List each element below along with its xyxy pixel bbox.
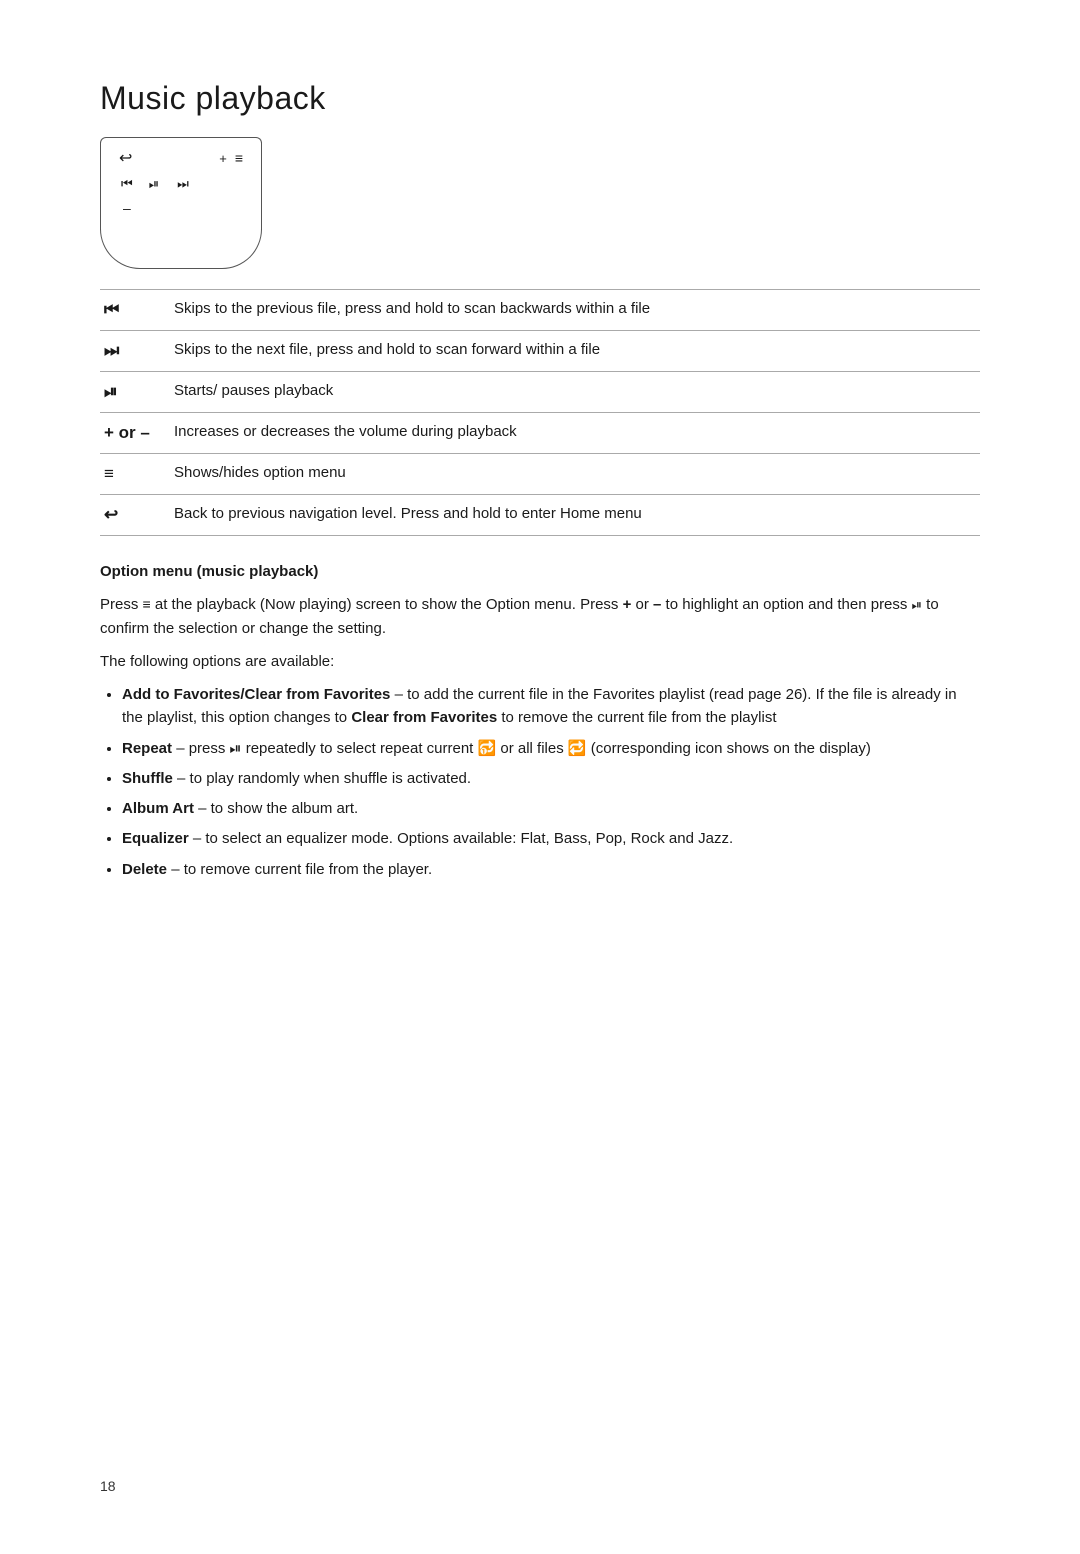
list-item: Equalizer – to select an equalizer mode.… [122,827,980,850]
control-icon: ⏯ [100,372,170,413]
table-row: ⏯Starts/ pauses playback [100,372,980,413]
table-row: ↩Back to previous navigation level. Pres… [100,495,980,536]
device-diagram: ↩ + ≡ ⏮ ⏯ ⏭ – [100,137,262,269]
controls-table: ⏮Skips to the previous file, press and h… [100,289,980,536]
control-icon: ≡ [100,454,170,495]
device-curve [100,229,262,269]
control-description: Starts/ pauses playback [170,372,980,413]
table-row: ⏮Skips to the previous file, press and h… [100,290,980,331]
control-icon: ⏭ [100,331,170,372]
option-menu-section: Option menu (music playback) Press ≡ at … [100,560,980,881]
list-item: Album Art – to show the album art. [122,797,980,820]
options-available-label: The following options are available: [100,650,980,673]
prev-button-diagram: ⏮ [121,176,131,192]
back-button-diagram: ↩ [119,148,132,168]
menu-icon-inline: ≡ [143,596,151,612]
option-menu-title: Option menu (music playback) [100,560,980,583]
options-list: Add to Favorites/Clear from Favorites – … [100,683,980,881]
control-description: Shows/hides option menu [170,454,980,495]
plus-button-diagram: + [219,151,227,166]
table-row: ≡Shows/hides option menu [100,454,980,495]
menu-button-diagram: ≡ [235,150,243,166]
minus-button-diagram: – [123,200,131,216]
control-icon: ↩ [100,495,170,536]
list-item: Delete – to remove current file from the… [122,858,980,881]
option-menu-intro: Press ≡ at the playback (Now playing) sc… [100,593,980,640]
control-description: Back to previous navigation level. Press… [170,495,980,536]
control-icon: + or – [100,413,170,454]
control-description: Increases or decreases the volume during… [170,413,980,454]
control-description: Skips to the next file, press and hold t… [170,331,980,372]
page-title: Music playback [100,80,980,117]
next-button-diagram: ⏭ [177,176,187,192]
list-item: Repeat – press ⏯ repeatedly to select re… [122,737,980,760]
control-description: Skips to the previous file, press and ho… [170,290,980,331]
list-item: Shuffle – to play randomly when shuffle … [122,767,980,790]
list-item: Add to Favorites/Clear from Favorites – … [122,683,980,730]
table-row: ⏭Skips to the next file, press and hold … [100,331,980,372]
play-icon-inline: ⏯ [912,597,922,612]
page-number: 18 [100,1478,116,1494]
play-button-diagram: ⏯ [149,176,159,192]
table-row: + or –Increases or decreases the volume … [100,413,980,454]
control-icon: ⏮ [100,290,170,331]
